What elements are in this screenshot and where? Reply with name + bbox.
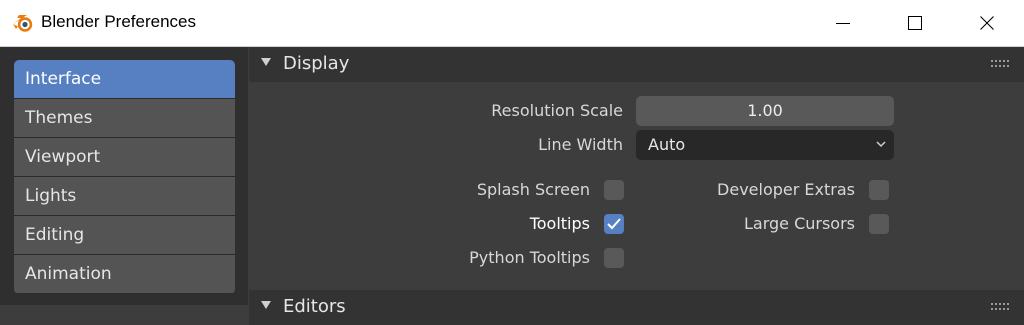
drag-handle-icon[interactable] xyxy=(991,303,1009,311)
splash-screen-label: Splash Screen xyxy=(476,180,590,199)
python-tooltips-checkbox[interactable] xyxy=(604,248,624,268)
editors-section-header[interactable]: Editors xyxy=(249,290,1024,325)
developer-extras-label: Developer Extras xyxy=(717,180,855,199)
blender-logo-icon xyxy=(13,15,33,32)
preferences-panel: Display Resolution Scale 1.00 Line Width… xyxy=(249,47,1024,325)
display-section-title: Display xyxy=(283,53,350,74)
drag-handle-icon[interactable] xyxy=(991,60,1009,68)
sidebar: Interface Themes Viewport Lights Editing… xyxy=(0,47,248,305)
close-button[interactable] xyxy=(964,0,1010,46)
maximize-icon xyxy=(908,16,922,30)
resolution-scale-field[interactable]: 1.00 xyxy=(636,96,894,126)
display-section-header[interactable]: Display xyxy=(249,47,1024,82)
line-width-label: Line Width xyxy=(538,135,623,154)
sidebar-item-editing[interactable]: Editing xyxy=(14,216,235,255)
chevron-down-icon xyxy=(876,141,886,148)
python-tooltips-label: Python Tooltips xyxy=(469,248,590,267)
title-bar: Blender Preferences xyxy=(0,0,1024,47)
expand-triangle-icon xyxy=(261,58,271,66)
sidebar-item-viewport[interactable]: Viewport xyxy=(14,138,235,177)
sidebar-item-animation[interactable]: Animation xyxy=(14,255,235,294)
line-width-dropdown[interactable]: Auto xyxy=(636,130,894,160)
maximize-button[interactable] xyxy=(892,0,938,46)
splash-screen-checkbox[interactable] xyxy=(604,180,624,200)
large-cursors-label: Large Cursors xyxy=(743,214,855,233)
tooltips-label: Tooltips xyxy=(529,214,590,233)
developer-extras-checkbox[interactable] xyxy=(869,180,889,200)
minimize-button[interactable] xyxy=(820,0,866,46)
sidebar-item-lights[interactable]: Lights xyxy=(14,177,235,216)
editors-section-title: Editors xyxy=(283,296,346,317)
sidebar-item-interface[interactable]: Interface xyxy=(14,60,235,99)
tooltips-checkbox[interactable] xyxy=(604,214,624,234)
expand-triangle-icon xyxy=(261,301,271,309)
sidebar-item-themes[interactable]: Themes xyxy=(14,99,235,138)
minimize-icon xyxy=(836,23,850,24)
window-title: Blender Preferences xyxy=(41,12,196,31)
resolution-scale-label: Resolution Scale xyxy=(491,101,623,120)
line-width-value: Auto xyxy=(648,135,686,154)
large-cursors-checkbox[interactable] xyxy=(869,214,889,234)
checkmark-icon xyxy=(607,218,621,230)
sidebar-nav: Interface Themes Viewport Lights Editing… xyxy=(14,60,235,294)
close-icon xyxy=(980,16,994,30)
